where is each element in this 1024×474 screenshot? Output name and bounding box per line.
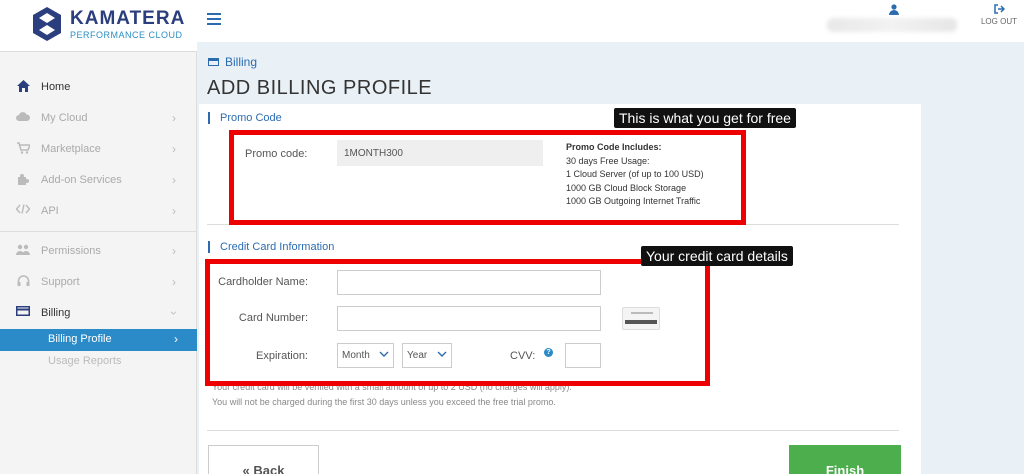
sidebar-item-label: Permissions <box>41 245 101 257</box>
section-divider <box>207 430 899 431</box>
logout-button[interactable]: LOG OUT <box>977 4 1021 26</box>
logo-name: KAMATERA <box>70 8 186 29</box>
sidebar-item-api[interactable]: API › <box>0 196 197 227</box>
sidebar-divider <box>0 231 197 232</box>
hamburger-menu-icon[interactable] <box>207 13 221 25</box>
top-bar: LOG OUT <box>197 0 1024 42</box>
user-name-blurred[interactable] <box>827 18 957 32</box>
users-icon <box>16 244 30 258</box>
user-icon[interactable] <box>889 4 899 15</box>
sidebar: KAMATERA PERFORMANCE CLOUD Home My Cloud… <box>0 0 197 474</box>
logout-icon <box>977 4 1021 17</box>
kamatera-logo-icon <box>33 7 61 41</box>
sidebar-subitem-billing-profile[interactable]: Billing Profile › <box>0 329 197 351</box>
chevron-right-icon: › <box>172 142 176 156</box>
sidebar-nav: Home My Cloud › Marketplace › Add-on Ser… <box>0 72 197 373</box>
chevron-right-icon: › <box>172 204 176 218</box>
sidebar-item-billing[interactable]: Billing › <box>0 298 197 329</box>
cart-icon <box>16 142 31 156</box>
chevron-right-icon: › <box>174 332 178 346</box>
headset-icon <box>16 275 30 289</box>
card-highlight-box <box>205 259 710 386</box>
promo-callout: This is what you get for free <box>614 108 796 128</box>
card-callout: Your credit card details <box>641 246 793 266</box>
sidebar-item-label: API <box>41 205 59 217</box>
chevron-right-icon: › <box>172 173 176 187</box>
puzzle-icon <box>16 173 30 187</box>
sidebar-item-marketplace[interactable]: Marketplace › <box>0 134 197 165</box>
breadcrumb[interactable]: Billing <box>208 55 257 69</box>
sidebar-item-my-cloud[interactable]: My Cloud › <box>0 103 197 134</box>
home-icon <box>16 80 30 94</box>
sidebar-item-label: My Cloud <box>41 112 88 124</box>
back-button[interactable]: « Back <box>208 445 319 474</box>
finish-button[interactable]: Finish <box>789 445 901 474</box>
promo-highlight-box <box>229 130 746 225</box>
sidebar-item-permissions[interactable]: Permissions › <box>0 236 197 267</box>
logo[interactable]: KAMATERA PERFORMANCE CLOUD <box>0 0 197 52</box>
sidebar-item-label: Billing <box>41 307 71 319</box>
chevron-down-icon: › <box>167 311 181 315</box>
sidebar-item-home[interactable]: Home <box>0 72 197 103</box>
breadcrumb-label: Billing <box>225 55 258 69</box>
sidebar-item-support[interactable]: Support › <box>0 267 197 298</box>
credit-card-icon <box>208 58 219 66</box>
sidebar-item-label: Marketplace <box>41 143 101 155</box>
credit-card-icon <box>16 306 30 320</box>
chevron-right-icon: › <box>172 244 176 258</box>
sidebar-item-label: Add-on Services <box>41 174 122 186</box>
logout-label: LOG OUT <box>980 17 1017 26</box>
credit-card-section-title: Credit Card Information <box>208 241 334 253</box>
cloud-icon <box>16 111 31 125</box>
sidebar-subitem-label: Usage Reports <box>48 355 122 367</box>
sidebar-subitem-usage-reports[interactable]: Usage Reports <box>0 351 197 373</box>
sidebar-subitem-label: Billing Profile <box>48 333 112 345</box>
sidebar-item-add-on-services[interactable]: Add-on Services › <box>0 165 197 196</box>
code-icon <box>15 204 31 218</box>
free-trial-note: You will not be charged during the first… <box>212 397 556 407</box>
sidebar-item-label: Home <box>41 81 71 93</box>
logo-subtitle: PERFORMANCE CLOUD <box>70 30 183 40</box>
promo-section-title: Promo Code <box>208 112 282 124</box>
page-title: ADD BILLING PROFILE <box>207 77 433 99</box>
chevron-right-icon: › <box>172 111 176 125</box>
chevron-right-icon: › <box>172 275 176 289</box>
sidebar-item-label: Support <box>41 276 80 288</box>
